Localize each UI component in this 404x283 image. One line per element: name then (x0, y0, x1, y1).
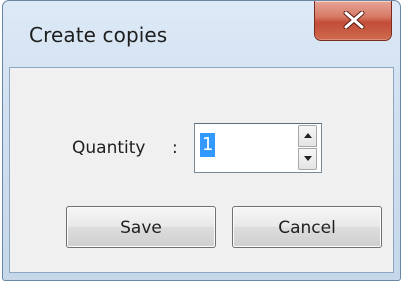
quantity-input[interactable]: 1 (200, 133, 216, 157)
save-button[interactable]: Save (66, 206, 216, 248)
triangle-down-icon (304, 156, 312, 161)
spin-up-button[interactable] (298, 125, 317, 147)
quantity-stepper[interactable]: 1 (194, 123, 322, 173)
close-button[interactable] (314, 1, 392, 41)
cancel-button[interactable]: Cancel (232, 206, 382, 248)
close-x-icon (343, 11, 365, 29)
quantity-colon: : (172, 138, 178, 158)
quantity-label: Quantity (72, 138, 146, 158)
spin-down-button[interactable] (298, 148, 317, 170)
window-title: Create copies (29, 23, 168, 47)
dialog-body: Quantity : 1 Save Cancel (9, 67, 394, 273)
dialog-window: Create copies Quantity : 1 Save Cancel (2, 0, 401, 281)
triangle-up-icon (304, 133, 312, 138)
